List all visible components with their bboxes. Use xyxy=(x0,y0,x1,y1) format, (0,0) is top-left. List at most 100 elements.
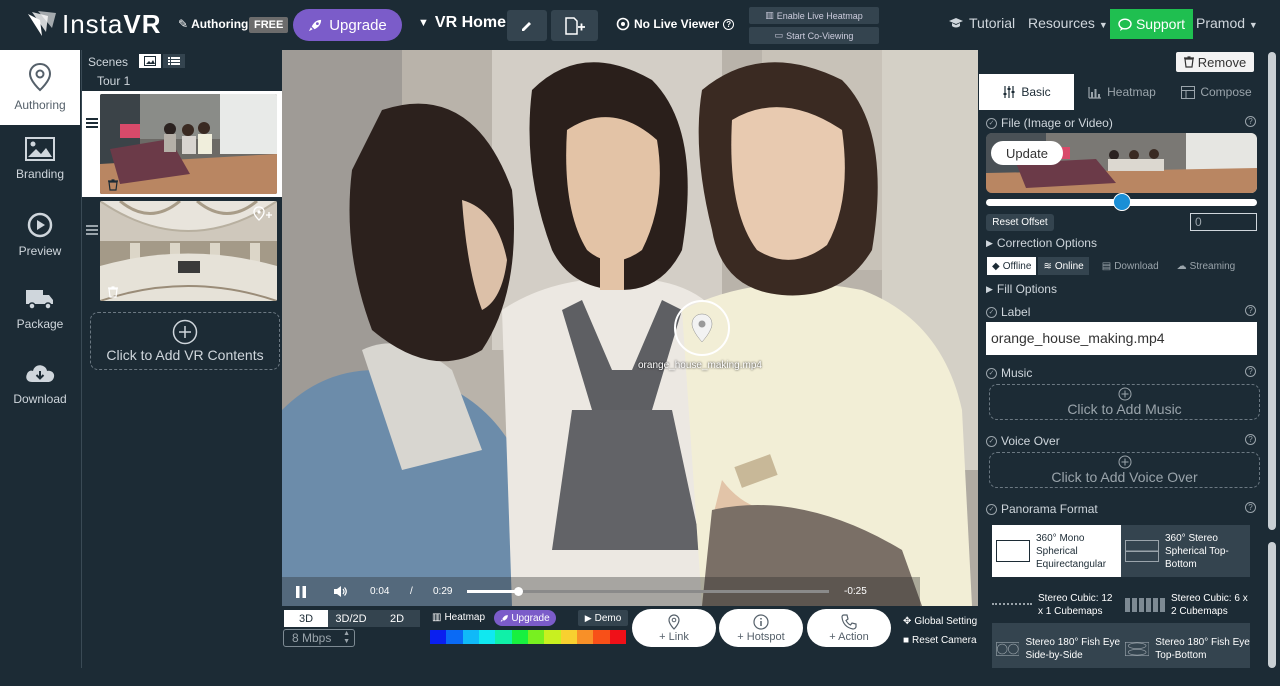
tutorial-link[interactable]: Tutorial xyxy=(948,15,1015,31)
list-view-toggle[interactable] xyxy=(163,54,185,68)
pause-icon[interactable] xyxy=(296,586,306,598)
heatmap-demo-button[interactable]: ▶ Demo xyxy=(578,610,628,626)
image-icon xyxy=(144,56,156,66)
mode-3d-button[interactable]: 3D xyxy=(284,610,328,627)
format-mono-equirectangular[interactable]: 360° Mono Spherical Equirectangular xyxy=(992,525,1121,577)
help-icon[interactable]: ? xyxy=(1245,116,1256,127)
nav-download[interactable]: Download xyxy=(0,350,80,425)
question-circle-icon[interactable]: ? xyxy=(723,18,735,30)
help-icon[interactable]: ? xyxy=(1245,366,1256,377)
scene-thumbnail[interactable] xyxy=(100,201,277,301)
nav-preview[interactable]: Preview xyxy=(0,200,80,275)
add-action-button[interactable]: + Action xyxy=(807,609,891,647)
scene-thumbnail-image xyxy=(100,94,277,194)
grid-icon xyxy=(1181,85,1196,99)
tab-compose[interactable]: Compose xyxy=(1170,74,1263,110)
correction-options-toggle[interactable]: ▶ Correction Options xyxy=(986,236,1097,250)
upgrade-button[interactable]: Upgrade xyxy=(293,9,402,41)
tab-heatmap[interactable]: Heatmap xyxy=(1074,74,1170,110)
nav-package[interactable]: Package xyxy=(0,275,80,350)
image-icon xyxy=(25,137,55,161)
scene-card[interactable] xyxy=(82,91,282,197)
spinner-arrows-icon: ▲ ▼ xyxy=(343,630,350,645)
format-fisheye-top-bottom[interactable]: Stereo 180° Fish Eye Top-Bottom xyxy=(1121,623,1250,668)
properties-scrollbar[interactable] xyxy=(1266,52,1278,668)
add-voice-over-button[interactable]: Click to Add Voice Over xyxy=(989,452,1260,488)
left-navigation: Authoring Branding Preview Package Downl… xyxy=(0,50,80,686)
new-project-button[interactable] xyxy=(551,10,598,41)
nav-authoring[interactable]: Authoring xyxy=(0,50,80,125)
global-setting-button[interactable]: ✥ Global Setting xyxy=(903,616,977,627)
enable-live-heatmap-button[interactable]: ▥ Enable Live Heatmap xyxy=(749,7,879,24)
seek-handle[interactable] xyxy=(513,587,523,596)
reset-offset-button[interactable]: Reset Offset xyxy=(986,214,1054,231)
check-circle-icon: ✓ xyxy=(986,435,997,447)
offline-toggle[interactable]: ◆ Offline xyxy=(987,257,1037,275)
heatmap-color-scale xyxy=(430,630,626,644)
format-stereo-top-bottom[interactable]: 360° Stereo Spherical Top-Bottom xyxy=(1121,525,1250,577)
scene-thumbnail[interactable] xyxy=(100,94,277,194)
online-toggle[interactable]: ≋ Online xyxy=(1038,257,1089,275)
heatmap-color-swatch xyxy=(462,630,479,644)
tab-basic[interactable]: Basic xyxy=(979,74,1074,110)
add-vr-contents-button[interactable]: Click to Add VR Contents xyxy=(90,312,280,370)
add-hotspot-label: + Hotspot xyxy=(737,630,785,643)
stereo-top-bottom-icon xyxy=(1125,540,1159,562)
mode-2d-label: 2D xyxy=(389,612,405,625)
bitrate-select[interactable]: 8 Mbps ▲ ▼ xyxy=(283,629,355,647)
heatmap-label: ▥ Heatmap xyxy=(432,612,485,623)
add-vr-contents-label: Click to Add VR Contents xyxy=(106,347,264,363)
heatmap-upgrade-button[interactable]: Upgrade xyxy=(494,610,556,626)
remove-scene-button[interactable]: Remove xyxy=(1176,52,1254,72)
offset-slider[interactable] xyxy=(986,193,1257,211)
format-fisheye-side-by-side[interactable]: Stereo 180° Fish Eye Side-by-Side xyxy=(992,623,1121,668)
tab-compose-label: Compose xyxy=(1200,85,1252,99)
caret-down-icon: ▼ xyxy=(1248,20,1258,30)
rename-project-button[interactable] xyxy=(507,10,547,41)
trash-icon[interactable] xyxy=(108,179,118,191)
mode-2d-button[interactable]: 2D xyxy=(374,610,420,627)
scrollbar-track-segment[interactable] xyxy=(1268,542,1276,668)
offset-slider-handle[interactable] xyxy=(1112,193,1131,211)
vr-viewport[interactable]: orange_house_making.mp4 xyxy=(282,50,978,606)
streaming-toggle[interactable]: ☁ Streaming xyxy=(1172,257,1241,275)
drag-handle[interactable] xyxy=(86,118,98,128)
scene-card[interactable] xyxy=(82,198,282,304)
add-hotspot-pin-icon[interactable] xyxy=(253,206,273,222)
download-toggle[interactable]: ▤ Download xyxy=(1097,257,1164,275)
project-selector[interactable]: ▼ VR Home xyxy=(418,14,506,32)
support-button[interactable]: Support xyxy=(1110,9,1193,39)
nav-branding-label: Branding xyxy=(15,167,65,181)
instavr-logo[interactable]: InstaVR xyxy=(26,9,162,40)
help-icon[interactable]: ? xyxy=(1245,305,1256,316)
thumbnail-view-toggle[interactable] xyxy=(139,54,161,68)
caret-down-icon: ▼ xyxy=(418,17,429,29)
fill-options-toggle[interactable]: ▶ Fill Options xyxy=(986,282,1057,296)
map-pin-icon xyxy=(668,613,680,630)
start-co-viewing-button[interactable]: ▭ Start Co-Viewing xyxy=(749,27,879,44)
scrollbar-thumb[interactable] xyxy=(1268,52,1276,530)
link-hotspot[interactable] xyxy=(674,300,730,356)
add-hotspot-button[interactable]: + Hotspot xyxy=(719,609,803,647)
heatmap-color-swatch xyxy=(576,630,594,644)
resources-menu[interactable]: Resources ▼ xyxy=(1028,15,1108,31)
offset-input[interactable]: 0 xyxy=(1190,213,1257,231)
help-icon[interactable]: ? xyxy=(1245,502,1256,513)
add-music-button[interactable]: Click to Add Music xyxy=(989,384,1260,420)
label-input[interactable]: orange_house_making.mp4 xyxy=(986,322,1257,355)
nav-download-label: Download xyxy=(13,392,67,406)
volume-icon[interactable] xyxy=(333,585,348,598)
add-link-button[interactable]: + Link xyxy=(632,609,716,647)
user-menu[interactable]: Pramod ▼ xyxy=(1196,15,1258,31)
mode-3d2d-button[interactable]: 3D/2D xyxy=(328,610,374,627)
live-viewer-status[interactable]: No Live Viewer ? xyxy=(616,17,735,31)
help-icon[interactable]: ? xyxy=(1245,434,1256,445)
reset-camera-button[interactable]: ■ Reset Camera xyxy=(903,635,977,646)
drag-handle[interactable] xyxy=(86,225,98,235)
heatmap-color-swatch xyxy=(430,630,447,644)
nav-branding[interactable]: Branding xyxy=(0,125,80,200)
update-file-button[interactable]: Update xyxy=(991,141,1063,165)
streaming-label: Streaming xyxy=(1189,260,1236,272)
seek-bar[interactable] xyxy=(467,587,829,596)
trash-icon[interactable] xyxy=(108,286,118,298)
